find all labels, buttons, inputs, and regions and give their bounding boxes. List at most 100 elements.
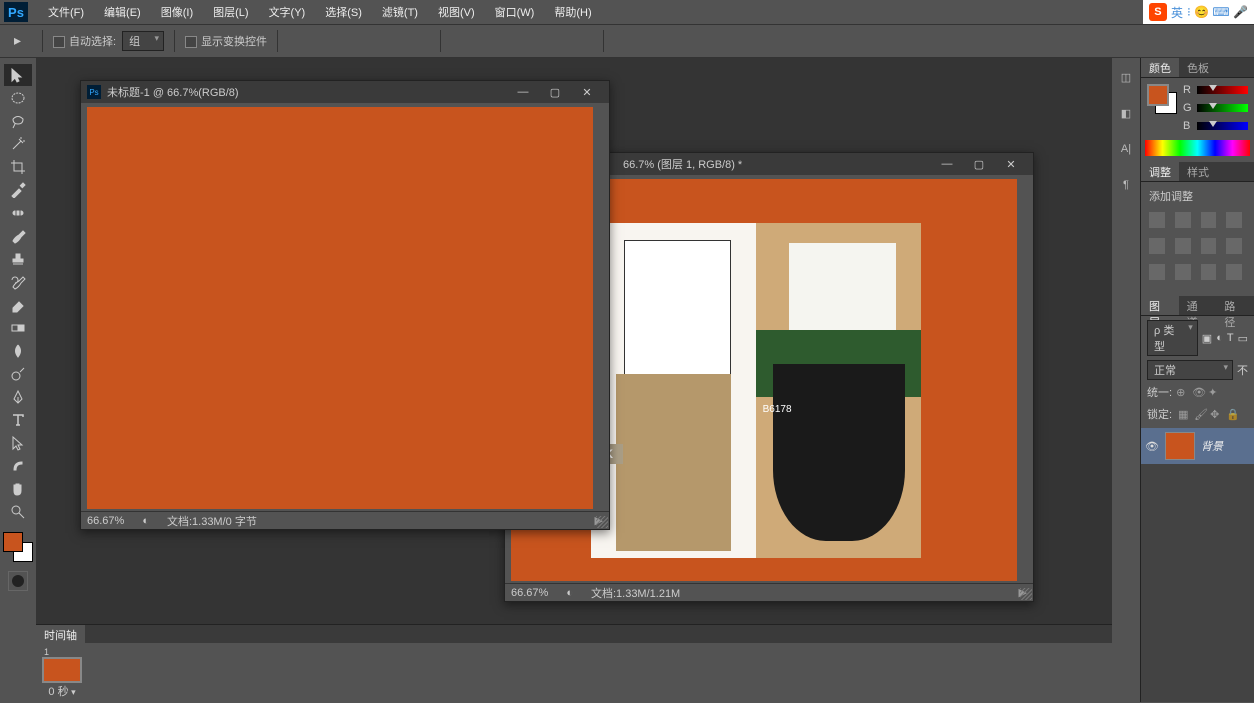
layers-tab[interactable]: 图层: [1141, 296, 1179, 315]
unify-style-icon[interactable]: ✦: [1208, 386, 1220, 398]
history-panel-icon[interactable]: ◫: [1117, 68, 1135, 86]
align-bottom-icon[interactable]: [336, 30, 358, 52]
doc2-minimize-button[interactable]: —: [931, 155, 963, 173]
history-brush-tool[interactable]: [4, 271, 32, 293]
menu-type[interactable]: 文字(Y): [259, 1, 316, 23]
doc1-canvas[interactable]: [87, 107, 593, 509]
adj-curves-icon[interactable]: [1201, 212, 1217, 228]
blur-tool[interactable]: [4, 340, 32, 362]
hand-tool[interactable]: [4, 478, 32, 500]
adj-photo-icon[interactable]: [1149, 264, 1165, 280]
adj-vibrance-icon[interactable]: [1149, 238, 1165, 254]
adj-exposure-icon[interactable]: [1226, 212, 1242, 228]
distribute-vcenter-icon[interactable]: [475, 30, 497, 52]
doc2-zoom[interactable]: 66.67%: [511, 587, 548, 599]
swatches-tab[interactable]: 色板: [1179, 58, 1217, 77]
adj-levels-icon[interactable]: [1175, 212, 1191, 228]
spectrum-bar[interactable]: [1145, 140, 1250, 156]
unify-pos-icon[interactable]: ⊕: [1176, 386, 1188, 398]
adj-invert-icon[interactable]: [1226, 264, 1242, 280]
menu-select[interactable]: 选择(S): [315, 1, 372, 23]
shape-tool[interactable]: [4, 455, 32, 477]
color-tab[interactable]: 颜色: [1141, 58, 1179, 77]
doc1-titlebar[interactable]: Ps 未标题-1 @ 66.7%(RGB/8) — ▢ ✕: [81, 81, 609, 103]
r-slider[interactable]: [1197, 86, 1248, 94]
dodge-tool[interactable]: [4, 363, 32, 385]
frame-duration[interactable]: 0 秒 ▾: [48, 683, 75, 699]
align-vcenter-icon[interactable]: [312, 30, 334, 52]
doc2-close-button[interactable]: ✕: [995, 155, 1027, 173]
layer-visibility-icon[interactable]: 👁: [1145, 440, 1159, 453]
menu-window[interactable]: 窗口(W): [485, 1, 545, 23]
heal-tool[interactable]: [4, 202, 32, 224]
marquee-tool[interactable]: [4, 87, 32, 109]
menu-filter[interactable]: 滤镜(T): [372, 1, 428, 23]
distribute-right-icon[interactable]: [571, 30, 593, 52]
menu-view[interactable]: 视图(V): [428, 1, 485, 23]
timeline-frame-1[interactable]: 1 0 秒 ▾: [42, 647, 82, 699]
eraser-tool[interactable]: [4, 294, 32, 316]
distribute-left-icon[interactable]: [523, 30, 545, 52]
lock-all-icon[interactable]: 🔒: [1226, 408, 1238, 420]
layer-filter-dropdown[interactable]: ρ 类型: [1147, 320, 1198, 356]
adj-brightness-icon[interactable]: [1149, 212, 1165, 228]
color-panel-swatches[interactable]: [1147, 84, 1177, 114]
adj-lookup-icon[interactable]: [1201, 264, 1217, 280]
gradient-tool[interactable]: [4, 317, 32, 339]
unify-vis-icon[interactable]: 👁: [1192, 386, 1204, 398]
pen-tool[interactable]: [4, 386, 32, 408]
ime-indicator[interactable]: S 英 ⁝ 😊 ⌨ 🎤: [1143, 0, 1254, 24]
adj-mixer-icon[interactable]: [1175, 264, 1191, 280]
eyedropper-tool[interactable]: [4, 179, 32, 201]
doc1-zoom[interactable]: 66.67%: [87, 515, 124, 527]
blend-mode-dropdown[interactable]: 正常: [1147, 360, 1233, 380]
align-top-icon[interactable]: [288, 30, 310, 52]
timeline-tab[interactable]: 时间轴: [36, 625, 85, 643]
paragraph-panel-icon[interactable]: ¶: [1117, 176, 1135, 194]
menu-image[interactable]: 图像(I): [151, 1, 203, 23]
wand-tool[interactable]: [4, 133, 32, 155]
b-slider[interactable]: [1197, 122, 1248, 130]
distribute-bottom-icon[interactable]: [499, 30, 521, 52]
lasso-tool[interactable]: [4, 110, 32, 132]
g-slider[interactable]: [1197, 104, 1248, 112]
layer-item-background[interactable]: 👁 背景: [1141, 428, 1254, 464]
quickmask-toggle[interactable]: [8, 571, 28, 591]
filter-pixel-icon[interactable]: ▣: [1202, 332, 1212, 345]
align-hcenter-icon[interactable]: [384, 30, 406, 52]
auto-align-icon[interactable]: [614, 30, 636, 52]
brush-tool[interactable]: [4, 225, 32, 247]
auto-select-target-dropdown[interactable]: 组: [122, 31, 164, 51]
doc1-maximize-button[interactable]: ▢: [539, 83, 571, 101]
lock-trans-icon[interactable]: ▦: [1178, 408, 1190, 420]
show-transform-checkbox[interactable]: 显示变换控件: [185, 33, 267, 49]
menu-help[interactable]: 帮助(H): [544, 1, 601, 23]
filter-shape-icon[interactable]: ▭: [1238, 332, 1248, 345]
menu-layer[interactable]: 图层(L): [203, 1, 258, 23]
paths-tab[interactable]: 路径: [1216, 296, 1254, 315]
doc1-resize-grip[interactable]: [596, 516, 608, 528]
adj-balance-icon[interactable]: [1201, 238, 1217, 254]
distribute-hcenter-icon[interactable]: [547, 30, 569, 52]
lock-pixel-icon[interactable]: 🖌: [1194, 408, 1206, 420]
color-swatches[interactable]: [3, 532, 33, 562]
crop-tool[interactable]: [4, 156, 32, 178]
channels-tab[interactable]: 通道: [1179, 296, 1217, 315]
path-select-tool[interactable]: [4, 432, 32, 454]
styles-tab[interactable]: 样式: [1179, 162, 1217, 181]
doc1-minimize-button[interactable]: —: [507, 83, 539, 101]
move-tool[interactable]: [4, 64, 32, 86]
menu-edit[interactable]: 编辑(E): [94, 1, 151, 23]
align-left-icon[interactable]: [360, 30, 382, 52]
character-panel-icon[interactable]: A|: [1117, 140, 1135, 158]
type-tool[interactable]: [4, 409, 32, 431]
lock-pos-icon[interactable]: ✥: [1210, 408, 1222, 420]
align-right-icon[interactable]: [408, 30, 430, 52]
frame-thumbnail[interactable]: [42, 657, 82, 683]
foreground-color-swatch[interactable]: [3, 532, 23, 552]
distribute-top-icon[interactable]: [451, 30, 473, 52]
filter-adjust-icon[interactable]: ◐: [1216, 332, 1223, 344]
document-window-1[interactable]: Ps 未标题-1 @ 66.7%(RGB/8) — ▢ ✕ 66.67% ◐ 文…: [80, 80, 610, 530]
filter-type-icon[interactable]: T: [1227, 332, 1234, 344]
menu-file[interactable]: 文件(F): [38, 1, 94, 23]
